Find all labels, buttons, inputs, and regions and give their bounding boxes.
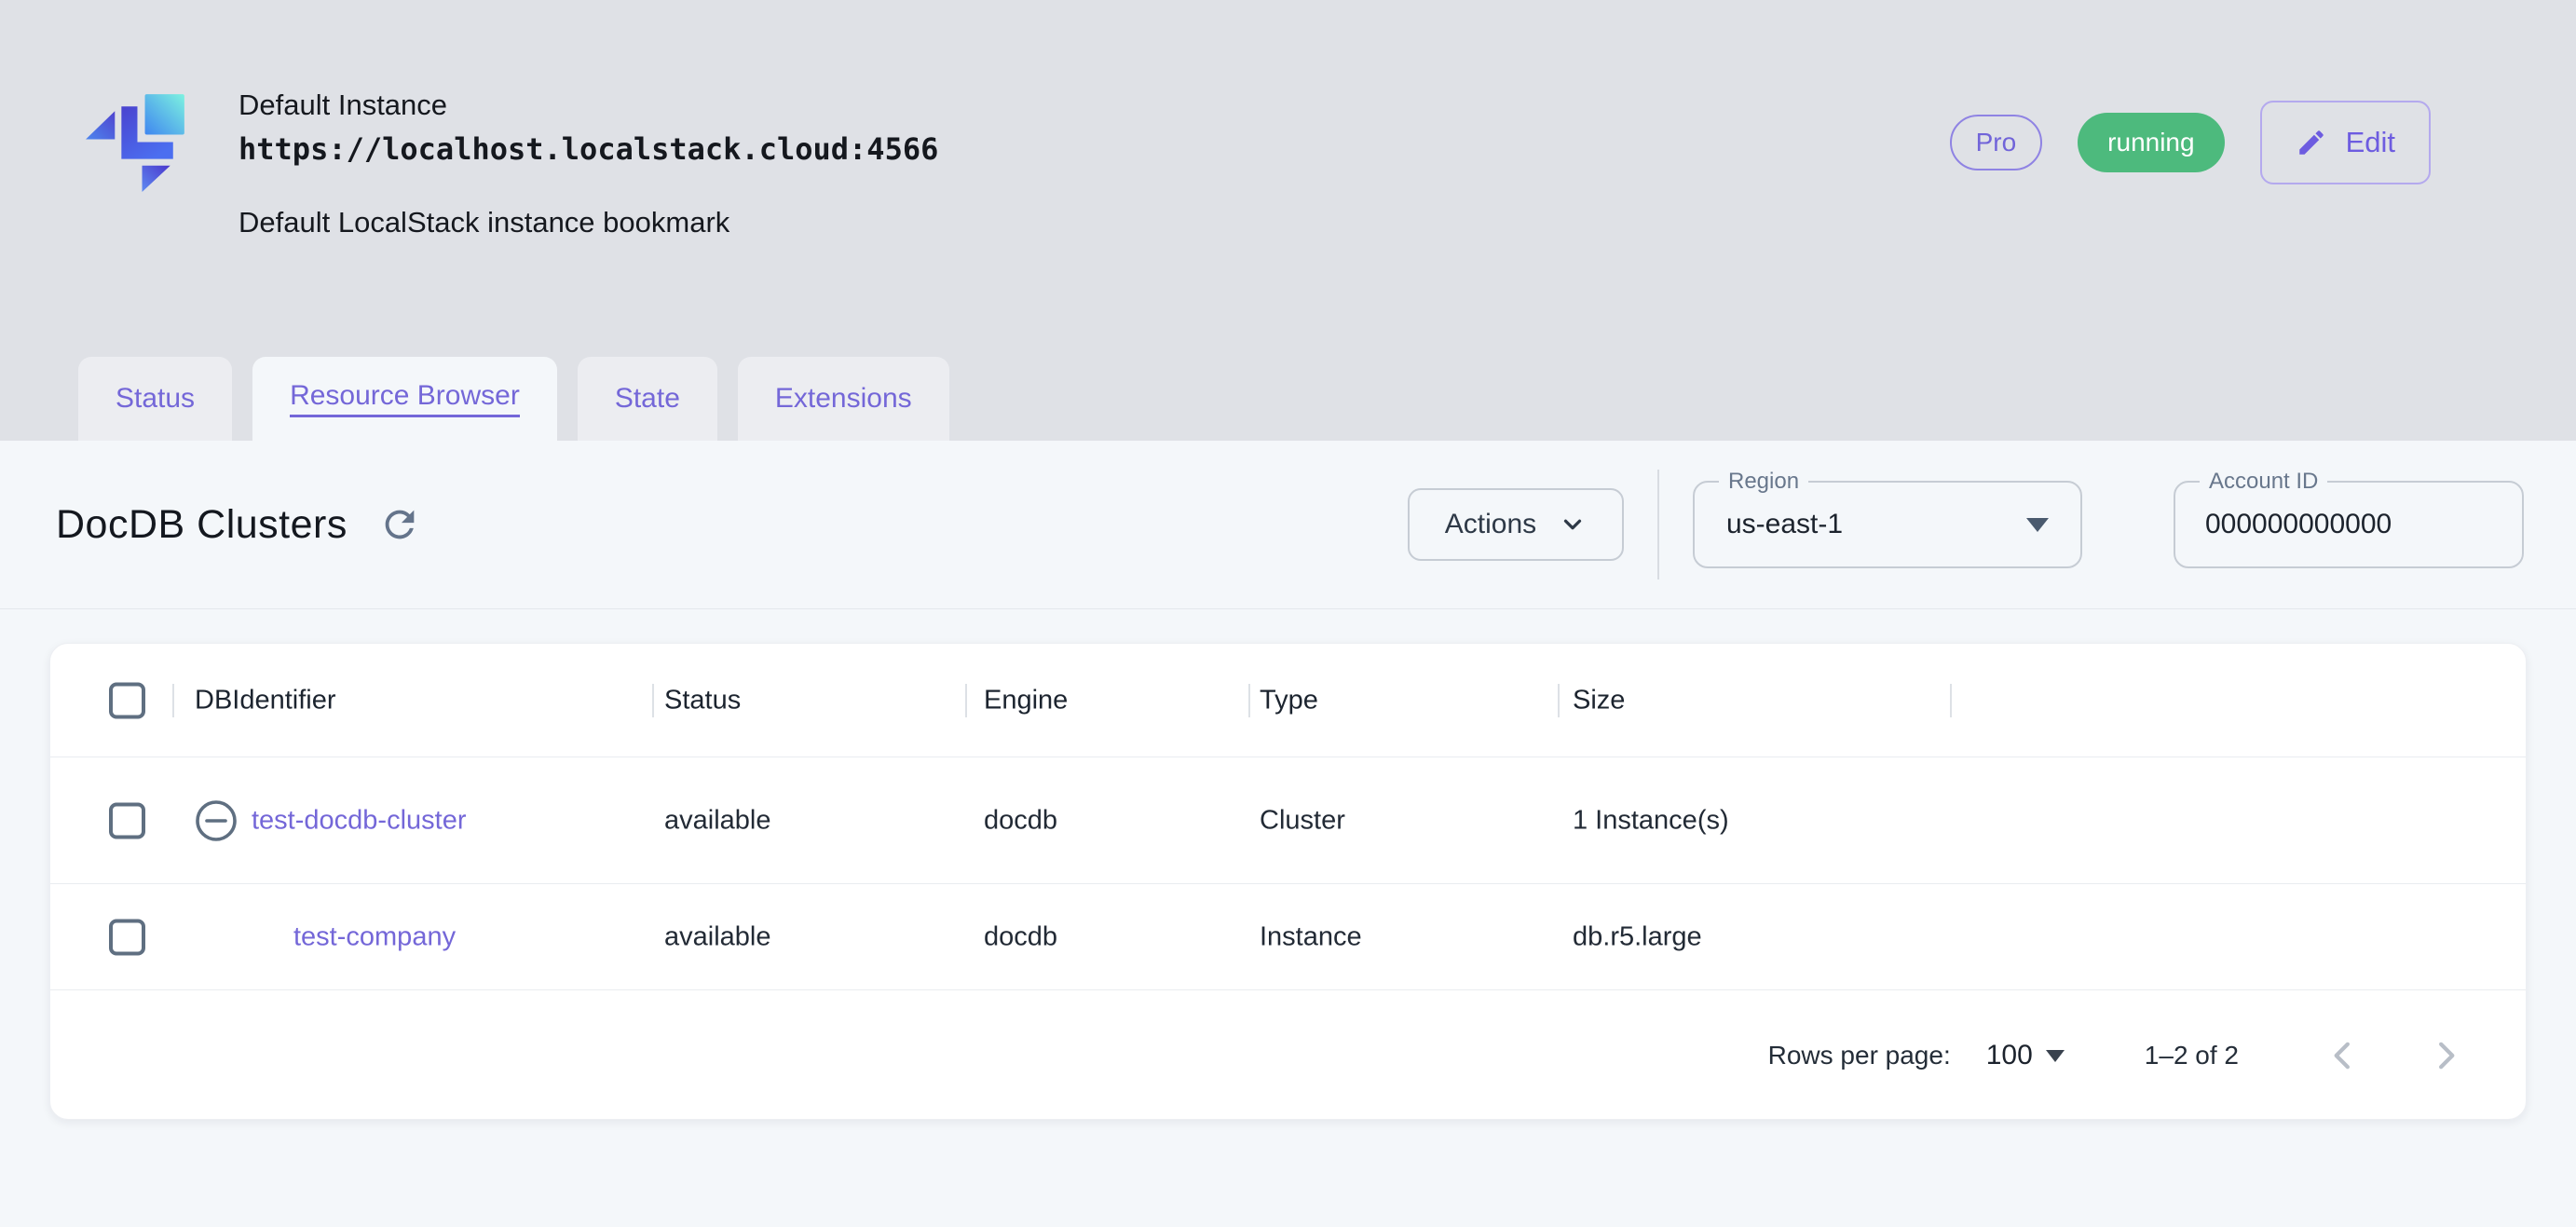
rows-per-page-select[interactable]: 100: [1986, 1040, 2065, 1071]
tab-resource-browser[interactable]: Resource Browser: [252, 357, 557, 441]
rows-per-page-label: Rows per page:: [1767, 1041, 1951, 1070]
table-header-row: DBIdentifier Status Engine Type Size: [50, 644, 2526, 757]
account-id-field: Account ID: [2174, 469, 2524, 568]
column-divider: [1558, 683, 1560, 717]
row-status: available: [664, 921, 771, 951]
region-select[interactable]: Region us-east-1: [1693, 469, 2082, 568]
previous-page-button[interactable]: [2319, 1031, 2367, 1080]
header-badges: Pro running Edit: [1949, 100, 2431, 185]
tab-state-label: State: [614, 383, 680, 414]
column-header-type: Type: [1260, 685, 1318, 715]
instance-header: Default Instance https://localhost.local…: [0, 0, 2576, 441]
row-checkbox[interactable]: [109, 802, 145, 838]
next-page-button[interactable]: [2421, 1031, 2470, 1080]
actions-button[interactable]: Actions: [1408, 488, 1624, 561]
localstack-logo-icon: [86, 94, 184, 192]
column-header-dbidentifier: DBIdentifier: [195, 685, 336, 715]
docdb-clusters-table-card: DBIdentifier Status Engine Type Size tes…: [49, 643, 2527, 1120]
toolbar-divider: [1657, 470, 1659, 579]
tab-bar: Status Resource Browser State Extensions: [78, 357, 949, 441]
region-select-label: Region: [1719, 469, 1809, 495]
chevron-left-icon: [2334, 1042, 2350, 1070]
localstack-app: Default Instance https://localhost.local…: [0, 0, 2576, 1227]
chevron-down-icon: [1564, 519, 1582, 530]
running-status-badge: running: [2078, 113, 2225, 172]
region-select-value: us-east-1: [1726, 509, 1844, 539]
row-type: Cluster: [1260, 805, 1345, 835]
tab-status[interactable]: Status: [78, 357, 233, 441]
instance-info: Default Instance https://localhost.local…: [82, 79, 938, 239]
column-header-size: Size: [1573, 685, 1626, 715]
cluster-link[interactable]: test-docdb-cluster: [252, 805, 467, 836]
column-divider: [965, 683, 967, 717]
rows-per-page-value: 100: [1985, 1040, 2033, 1070]
row-size: db.r5.large: [1573, 921, 1702, 951]
account-id-input[interactable]: [2205, 509, 2485, 540]
pagination-range: 1–2 of 2: [2144, 1041, 2239, 1070]
instance-url: https://localhost.localstack.cloud:4566: [239, 131, 939, 167]
column-header-engine: Engine: [984, 685, 1069, 715]
refresh-icon: [385, 510, 415, 539]
row-checkbox[interactable]: [109, 919, 145, 955]
instance-subtitle: Default LocalStack instance bookmark: [239, 206, 730, 239]
select-all-checkbox[interactable]: [109, 682, 145, 718]
account-id-label: Account ID: [2200, 469, 2328, 495]
tab-state[interactable]: State: [577, 357, 717, 441]
table-pagination: Rows per page: 100 1–2 of 2: [50, 990, 2526, 1121]
column-divider: [652, 683, 654, 717]
tab-resource-browser-label: Resource Browser: [290, 380, 520, 417]
column-divider: [1950, 683, 1952, 717]
page-title: DocDB Clusters: [56, 501, 348, 547]
toolbar-controls: Actions Region us-east-1 Account ID: [1408, 469, 2524, 579]
row-type: Instance: [1260, 921, 1362, 951]
tab-status-label: Status: [116, 383, 196, 414]
row-engine: docdb: [984, 921, 1058, 951]
column-divider: [1248, 683, 1250, 717]
row-size: 1 Instance(s): [1573, 805, 1729, 835]
row-engine: docdb: [984, 805, 1058, 835]
collapse-row-icon[interactable]: [194, 798, 239, 843]
tab-extensions-label: Extensions: [774, 383, 912, 414]
resource-toolbar: DocDB Clusters Actions Region us-east-1 …: [0, 441, 2576, 609]
chevron-right-icon: [2439, 1042, 2455, 1070]
edit-button[interactable]: Edit: [2259, 101, 2431, 184]
instance-title: Default Instance: [239, 89, 448, 121]
column-header-status: Status: [664, 685, 742, 715]
refresh-button[interactable]: [375, 500, 424, 549]
pencil-icon: [2298, 130, 2324, 155]
instance-link[interactable]: test-company: [293, 921, 456, 952]
row-status: available: [664, 805, 771, 835]
region-dropdown-arrow-icon: [2026, 517, 2049, 532]
column-divider: [172, 683, 174, 717]
rows-per-page-arrow-icon: [2045, 1049, 2065, 1062]
table-row: test-docdb-cluster available docdb Clust…: [50, 757, 2526, 884]
actions-button-label: Actions: [1444, 509, 1537, 539]
tab-extensions[interactable]: Extensions: [737, 357, 949, 441]
table-row: test-company available docdb Instance db…: [50, 884, 2526, 990]
instance-text-block: Default Instance https://localhost.local…: [239, 79, 938, 239]
pro-badge: Pro: [1949, 115, 2043, 170]
edit-button-label: Edit: [2345, 126, 2395, 158]
